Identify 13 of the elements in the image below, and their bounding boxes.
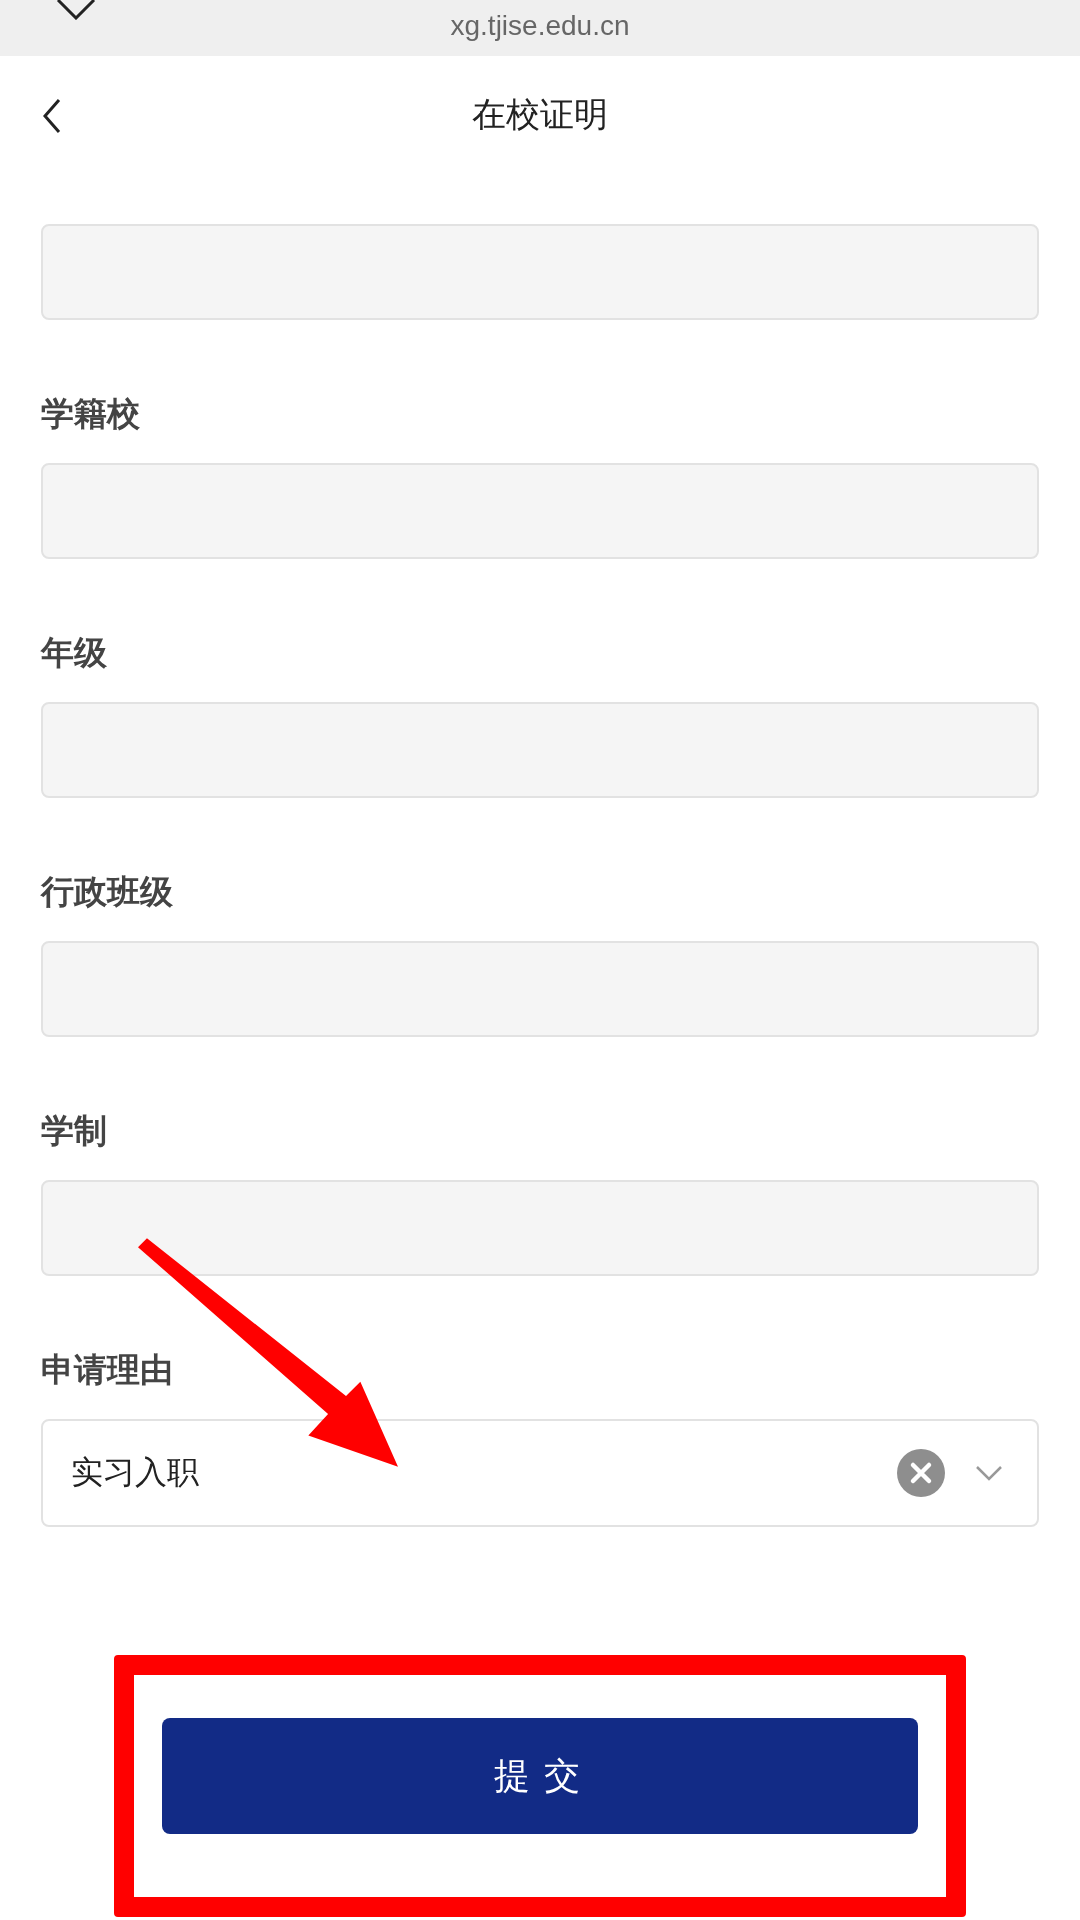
submit-button[interactable]: 提交 — [162, 1718, 918, 1834]
chevron-down-icon[interactable] — [975, 1465, 1003, 1481]
field-label: 学籍校 — [41, 392, 141, 435]
close-icon[interactable] — [56, 0, 96, 20]
field-label: 行政班级 — [41, 870, 174, 913]
field-label: 年级 — [41, 631, 108, 674]
back-icon[interactable] — [42, 98, 62, 134]
field-label: 申请理由 — [41, 1348, 174, 1391]
clear-icon[interactable] — [897, 1449, 945, 1497]
field-label: 学制 — [41, 1109, 108, 1152]
page-title: 在校证明 — [472, 93, 608, 136]
url-text: xg.tjise.edu.cn — [450, 10, 630, 43]
select-field[interactable]: 实习入职 — [41, 1419, 1039, 1527]
